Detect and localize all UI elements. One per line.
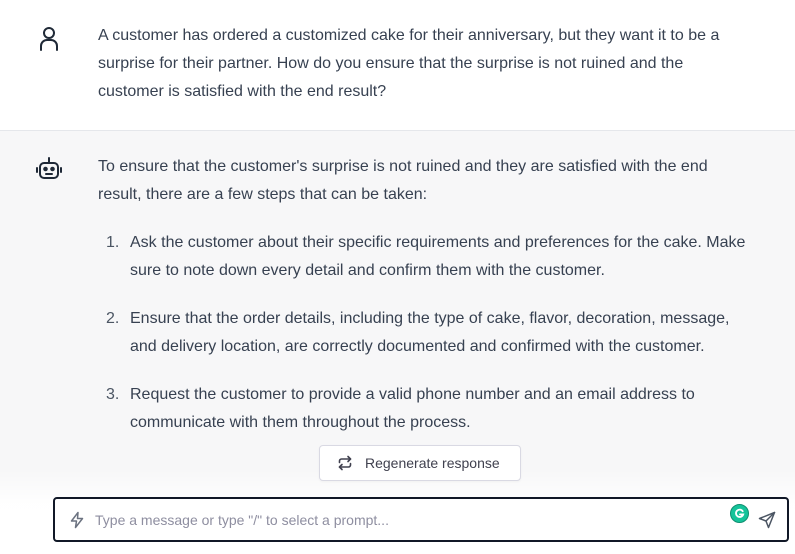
refresh-icon bbox=[337, 455, 353, 471]
list-item: 3. Request the customer to provide a val… bbox=[98, 381, 760, 437]
bolt-icon[interactable] bbox=[68, 511, 86, 529]
user-icon bbox=[36, 25, 62, 51]
list-item-text: Ask the customer about their specific re… bbox=[130, 234, 746, 279]
message-composer bbox=[53, 497, 789, 542]
list-item: 2. Ensure that the order details, includ… bbox=[98, 305, 760, 361]
list-item-number: 1. bbox=[106, 234, 120, 251]
send-icon[interactable] bbox=[758, 511, 776, 529]
robot-icon bbox=[36, 157, 62, 183]
list-item-text: Request the customer to provide a valid … bbox=[130, 386, 695, 431]
regenerate-response-label: Regenerate response bbox=[365, 455, 500, 471]
assistant-message-text: To ensure that the customer's surprise i… bbox=[98, 153, 753, 457]
assistant-intro: To ensure that the customer's surprise i… bbox=[98, 158, 708, 203]
user-message: A customer has ordered a customized cake… bbox=[0, 0, 795, 131]
list-item-number: 2. bbox=[106, 310, 120, 327]
message-input[interactable] bbox=[95, 508, 715, 532]
list-item-text: Ensure that the order details, including… bbox=[130, 310, 730, 355]
grammarly-icon[interactable] bbox=[730, 504, 749, 523]
list-item: 1. Ask the customer about their specific… bbox=[98, 229, 760, 285]
user-message-text: A customer has ordered a customized cake… bbox=[98, 27, 720, 100]
steps-list: 1. Ask the customer about their specific… bbox=[98, 229, 753, 437]
list-item-number: 3. bbox=[106, 386, 120, 403]
regenerate-response-button[interactable]: Regenerate response bbox=[319, 445, 521, 481]
